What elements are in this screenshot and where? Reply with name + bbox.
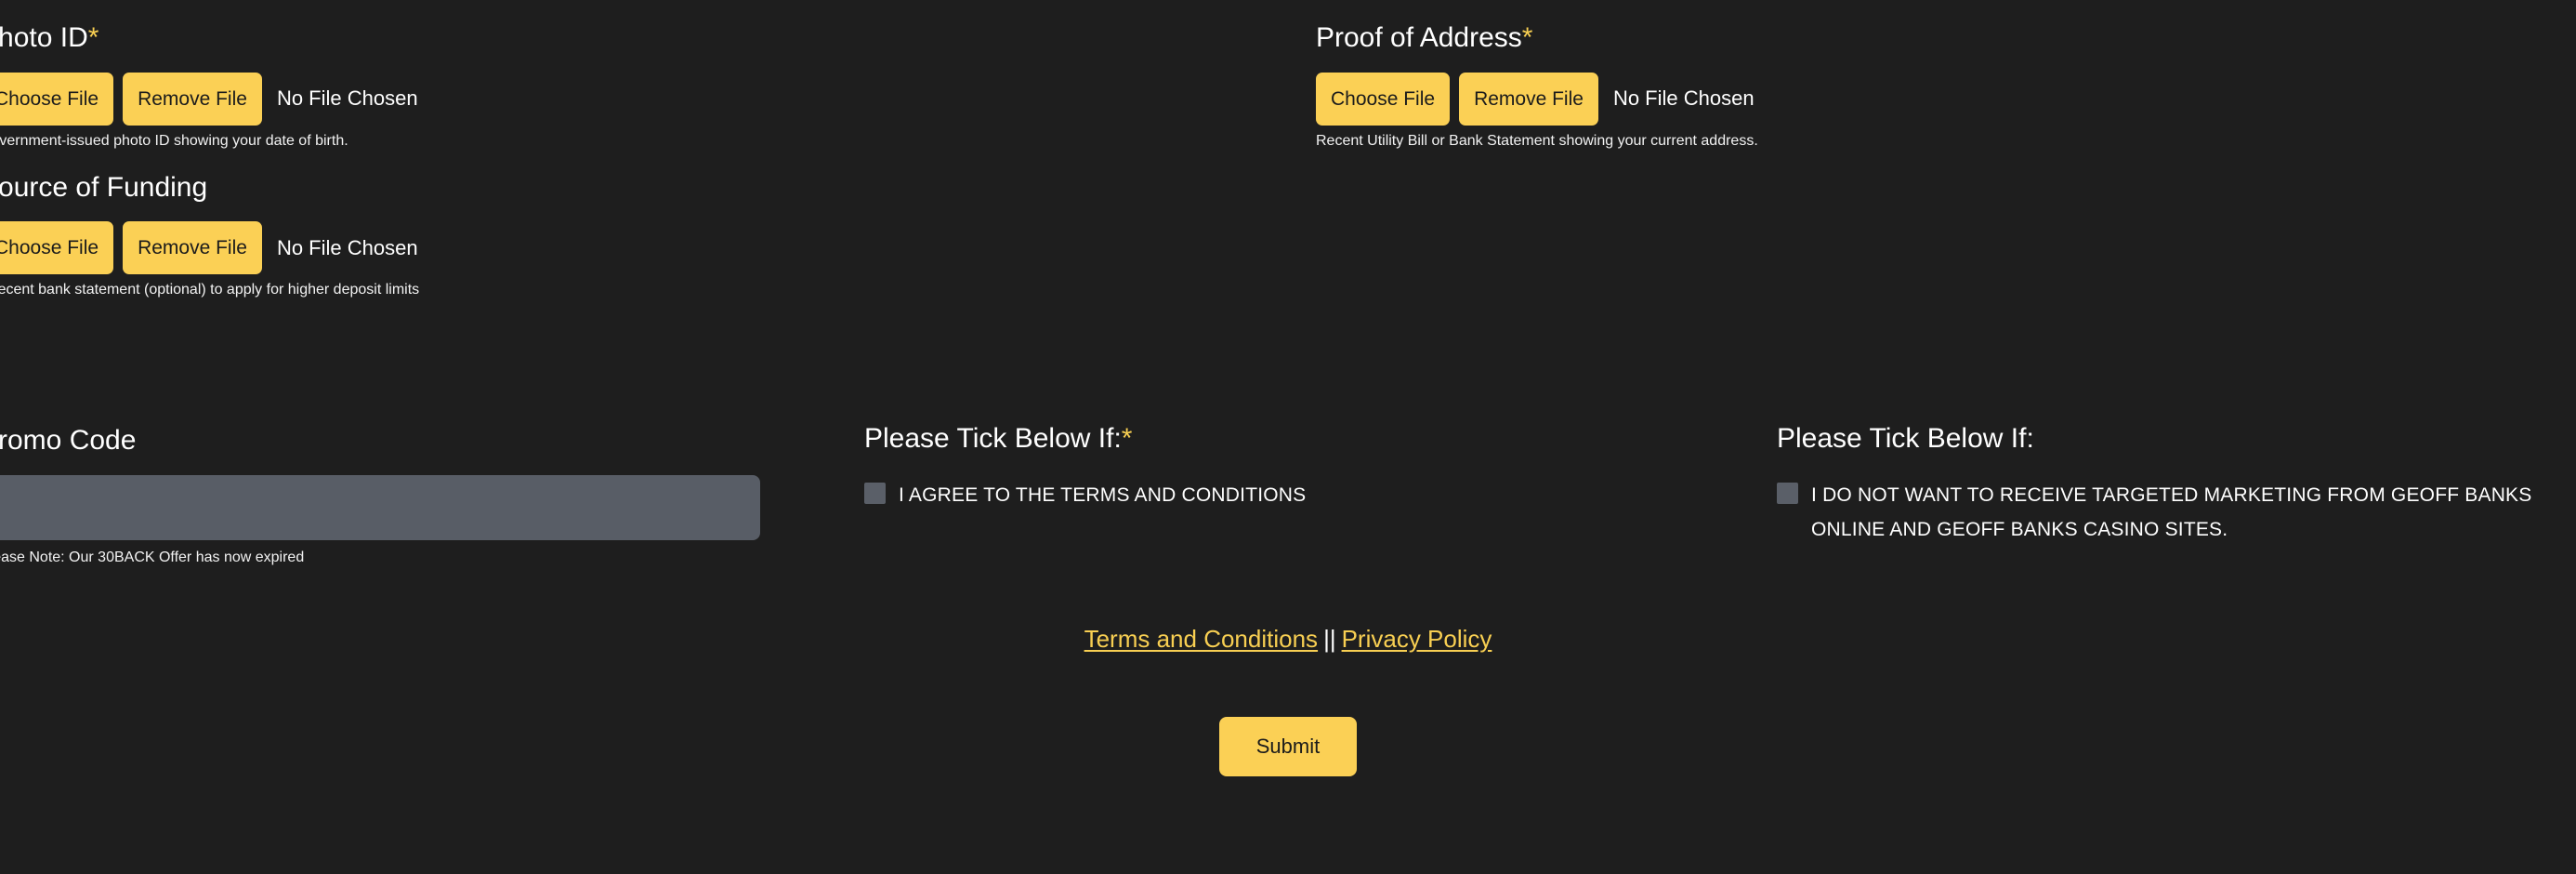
- terms-agree-label: I AGREE TO THE TERMS AND CONDITIONS: [899, 484, 1307, 506]
- proof-of-address-file-status: No File Chosen: [1612, 86, 1755, 110]
- source-of-funding-remove-file-button[interactable]: Remove File: [123, 221, 262, 274]
- source-of-funding-file-status: No File Chosen: [276, 235, 418, 259]
- proof-of-address-help-text: Recent Utility Bill or Bank Statement sh…: [1316, 132, 1758, 149]
- marketing-consent-column: Please Tick Below If: I DO NOT WANT TO R…: [1768, 423, 2576, 566]
- privacy-policy-link[interactable]: Privacy Policy: [1342, 625, 1492, 653]
- source-of-funding-help-text: A recent bank statement (optional) to ap…: [0, 282, 420, 298]
- document-upload-grid: Photo ID* Choose File Remove File No Fil…: [0, 0, 2576, 298]
- marketing-consent-row: I DO NOT WANT TO RECEIVE TARGETED MARKET…: [1777, 479, 2576, 548]
- source-of-funding-file-row: Choose File Remove File No File Chosen: [0, 221, 1316, 274]
- terms-agree-checkbox[interactable]: [864, 483, 886, 504]
- proof-of-address-file-row: Choose File Remove File No File Chosen: [1316, 72, 2576, 126]
- promo-code-title: Promo Code: [0, 425, 137, 456]
- photo-id-file-row: Choose File Remove File No File Chosen: [0, 72, 1316, 126]
- legal-links: Terms and Conditions || Privacy Policy: [0, 625, 2576, 654]
- promo-code-column: Promo Code Please Note: Our 30BACK Offer…: [0, 423, 864, 566]
- terms-consent-column: Please Tick Below If:* I AGREE TO THE TE…: [864, 423, 1768, 566]
- marketing-consent-title-text: Please Tick Below If:: [1777, 423, 2034, 454]
- proof-of-address-remove-file-button[interactable]: Remove File: [1459, 72, 1598, 126]
- required-asterisk-icon: *: [1121, 423, 1133, 454]
- promo-code-note: Please Note: Our 30BACK Offer has now ex…: [0, 549, 305, 565]
- source-of-funding-choose-file-button[interactable]: Choose File: [0, 221, 114, 274]
- required-asterisk-icon: *: [1521, 22, 1533, 53]
- marketing-consent-title: Please Tick Below If:: [1777, 423, 2576, 455]
- terms-consent-title: Please Tick Below If:*: [864, 423, 1768, 455]
- proof-of-address-title-text: Proof of Address: [1316, 22, 1522, 53]
- verification-form-page: Photo ID* Choose File Remove File No Fil…: [0, 0, 2576, 874]
- form-footer: Terms and Conditions || Privacy Policy Sub…: [0, 625, 2576, 777]
- marketing-optout-label: I DO NOT WANT TO RECEIVE TARGETED MARKET…: [1811, 484, 2532, 540]
- photo-id-title-text: Photo ID: [0, 22, 88, 53]
- upload-block-proof-of-address: Proof of Address* Choose File Remove Fil…: [1316, 0, 2576, 150]
- proof-of-address-choose-file-button[interactable]: Choose File: [1316, 72, 1451, 126]
- photo-id-choose-file-button[interactable]: Choose File: [0, 72, 114, 126]
- terms-consent-row: I AGREE TO THE TERMS AND CONDITIONS: [864, 479, 1768, 513]
- photo-id-remove-file-button[interactable]: Remove File: [123, 72, 262, 126]
- terms-consent-title-text: Please Tick Below If:: [864, 423, 1122, 454]
- photo-id-file-status: No File Chosen: [276, 86, 418, 110]
- source-of-funding-title-text: Source of Funding: [0, 171, 208, 203]
- marketing-optout-checkbox[interactable]: [1777, 483, 1798, 504]
- promo-code-input[interactable]: [0, 474, 760, 540]
- required-asterisk-icon: *: [87, 22, 99, 53]
- submit-button-wrapper: Submit: [0, 717, 2576, 777]
- legal-links-separator: ||: [1323, 625, 1336, 653]
- promo-and-consent-grid: Promo Code Please Note: Our 30BACK Offer…: [0, 423, 2576, 566]
- upload-grid-spacer: [1316, 150, 2576, 299]
- photo-id-help-text: Government-issued photo ID showing your …: [0, 132, 348, 149]
- upload-block-photo-id: Photo ID* Choose File Remove File No Fil…: [0, 0, 1316, 150]
- submit-button[interactable]: Submit: [1218, 717, 1358, 777]
- photo-id-title: Photo ID*: [0, 20, 1316, 56]
- upload-block-source-of-funding: Source of Funding Choose File Remove Fil…: [0, 150, 1316, 299]
- source-of-funding-title: Source of Funding: [0, 170, 1316, 205]
- terms-and-conditions-link[interactable]: Terms and Conditions: [1084, 625, 1318, 653]
- proof-of-address-title: Proof of Address*: [1316, 20, 2576, 56]
